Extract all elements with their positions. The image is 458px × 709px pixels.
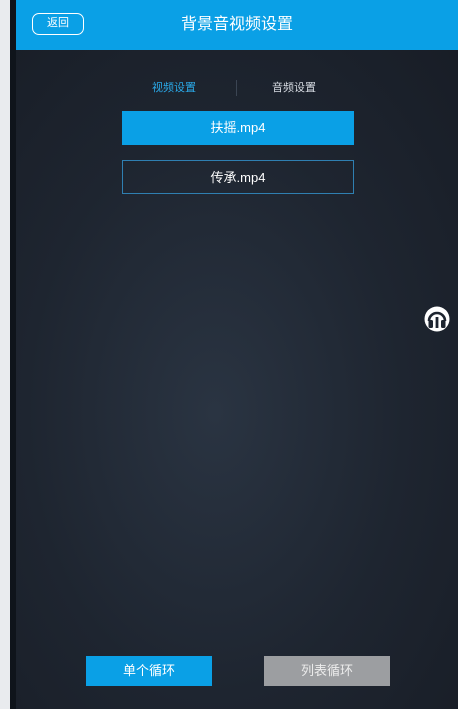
list-loop-button[interactable]: 列表循环	[264, 656, 390, 686]
video-file-item-selected[interactable]: 扶摇.mp4	[122, 111, 354, 145]
back-button[interactable]: 返回	[32, 13, 84, 35]
settings-tabs: 视频设置 音频设置	[16, 78, 458, 98]
video-file-item[interactable]: 传承.mp4	[122, 160, 354, 194]
window-edge	[0, 0, 10, 709]
tab-audio-settings[interactable]: 音频设置	[272, 78, 316, 98]
header-bar: 背景音视频设置 返回	[16, 0, 458, 50]
headphones-icon[interactable]	[424, 306, 450, 332]
tab-video-settings[interactable]: 视频设置	[152, 78, 196, 98]
single-loop-button[interactable]: 单个循环	[86, 656, 212, 686]
main-panel: 视频设置 音频设置 扶摇.mp4 传承.mp4 单个循环 列表循环	[16, 50, 458, 709]
tab-divider	[236, 80, 237, 96]
